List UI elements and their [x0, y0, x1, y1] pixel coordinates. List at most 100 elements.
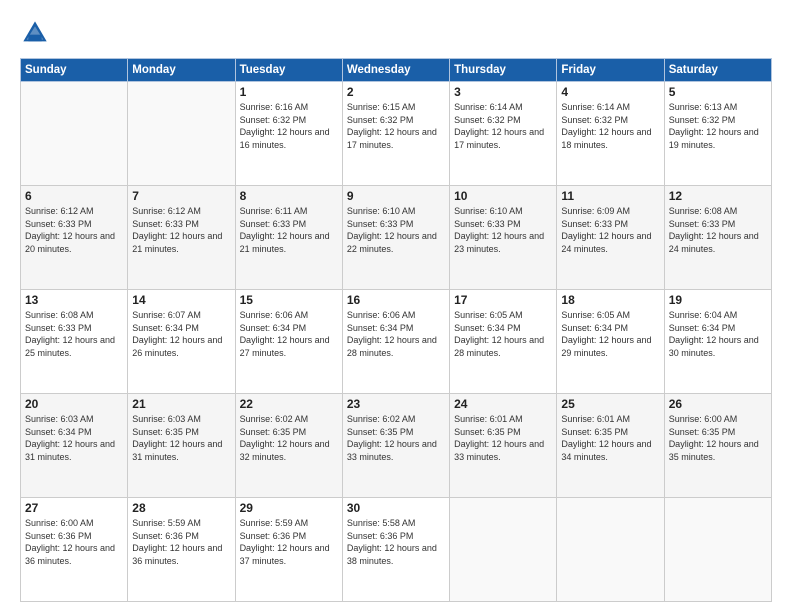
day-number: 15	[240, 293, 338, 307]
day-info: Sunrise: 6:08 AM Sunset: 6:33 PM Dayligh…	[669, 205, 767, 255]
calendar-day-cell: 29 Sunrise: 5:59 AM Sunset: 6:36 PM Dayli…	[235, 498, 342, 602]
calendar-header-row: SundayMondayTuesdayWednesdayThursdayFrid…	[21, 59, 772, 82]
calendar-day-cell: 21 Sunrise: 6:03 AM Sunset: 6:35 PM Dayli…	[128, 394, 235, 498]
calendar-header-sunday: Sunday	[21, 59, 128, 82]
calendar-table: SundayMondayTuesdayWednesdayThursdayFrid…	[20, 58, 772, 602]
day-info: Sunrise: 6:06 AM Sunset: 6:34 PM Dayligh…	[240, 309, 338, 359]
logo-icon	[20, 18, 50, 48]
calendar-day-cell	[128, 82, 235, 186]
day-info: Sunrise: 6:04 AM Sunset: 6:34 PM Dayligh…	[669, 309, 767, 359]
day-number: 25	[561, 397, 659, 411]
day-number: 18	[561, 293, 659, 307]
day-info: Sunrise: 6:03 AM Sunset: 6:35 PM Dayligh…	[132, 413, 230, 463]
day-info: Sunrise: 6:00 AM Sunset: 6:36 PM Dayligh…	[25, 517, 123, 567]
day-info: Sunrise: 6:12 AM Sunset: 6:33 PM Dayligh…	[132, 205, 230, 255]
calendar-day-cell: 5 Sunrise: 6:13 AM Sunset: 6:32 PM Daylig…	[664, 82, 771, 186]
calendar-week-row: 20 Sunrise: 6:03 AM Sunset: 6:34 PM Dayli…	[21, 394, 772, 498]
day-info: Sunrise: 6:05 AM Sunset: 6:34 PM Dayligh…	[454, 309, 552, 359]
calendar-week-row: 1 Sunrise: 6:16 AM Sunset: 6:32 PM Daylig…	[21, 82, 772, 186]
day-info: Sunrise: 6:06 AM Sunset: 6:34 PM Dayligh…	[347, 309, 445, 359]
day-info: Sunrise: 6:14 AM Sunset: 6:32 PM Dayligh…	[561, 101, 659, 151]
day-number: 12	[669, 189, 767, 203]
day-info: Sunrise: 6:13 AM Sunset: 6:32 PM Dayligh…	[669, 101, 767, 151]
day-number: 16	[347, 293, 445, 307]
calendar-day-cell: 11Sunrise: 6:09 AM Sunset: 6:33 PM Dayli…	[557, 186, 664, 290]
calendar-day-cell: 20 Sunrise: 6:03 AM Sunset: 6:34 PM Dayli…	[21, 394, 128, 498]
header	[20, 18, 772, 48]
day-number: 6	[25, 189, 123, 203]
calendar-day-cell: 25 Sunrise: 6:01 AM Sunset: 6:35 PM Dayli…	[557, 394, 664, 498]
calendar-day-cell: 1 Sunrise: 6:16 AM Sunset: 6:32 PM Daylig…	[235, 82, 342, 186]
day-info: Sunrise: 6:03 AM Sunset: 6:34 PM Dayligh…	[25, 413, 123, 463]
calendar-day-cell: 12 Sunrise: 6:08 AM Sunset: 6:33 PM Dayli…	[664, 186, 771, 290]
calendar-day-cell	[21, 82, 128, 186]
day-info: Sunrise: 6:10 AM Sunset: 6:33 PM Dayligh…	[454, 205, 552, 255]
calendar-day-cell: 6Sunrise: 6:12 AM Sunset: 6:33 PM Daylig…	[21, 186, 128, 290]
day-number: 3	[454, 85, 552, 99]
calendar-week-row: 6 Sunrise: 6:12 AM Sunset: 6:33 PM Daylig…	[21, 186, 772, 290]
day-info: Sunrise: 6:10 AM Sunset: 6:33 PM Dayligh…	[347, 205, 445, 255]
calendar-header-saturday: Saturday	[664, 59, 771, 82]
day-number: 24	[454, 397, 552, 411]
calendar-day-cell	[557, 498, 664, 602]
calendar-header-tuesday: Tuesday	[235, 59, 342, 82]
day-info: Sunrise: 6:11 AM Sunset: 6:33 PM Dayligh…	[240, 205, 338, 255]
day-number: 7	[132, 189, 230, 203]
day-number: 20	[25, 397, 123, 411]
calendar-day-cell: 19Sunrise: 6:04 AM Sunset: 6:34 PM Dayli…	[664, 290, 771, 394]
calendar-day-cell: 18 Sunrise: 6:05 AM Sunset: 6:34 PM Dayli…	[557, 290, 664, 394]
calendar-day-cell: 23 Sunrise: 6:02 AM Sunset: 6:35 PM Dayli…	[342, 394, 449, 498]
day-number: 13	[25, 293, 123, 307]
day-info: Sunrise: 6:01 AM Sunset: 6:35 PM Dayligh…	[561, 413, 659, 463]
calendar-day-cell: 28 Sunrise: 5:59 AM Sunset: 6:36 PM Dayli…	[128, 498, 235, 602]
page: SundayMondayTuesdayWednesdayThursdayFrid…	[0, 0, 792, 612]
day-number: 23	[347, 397, 445, 411]
calendar-day-cell: 17 Sunrise: 6:05 AM Sunset: 6:34 PM Dayli…	[450, 290, 557, 394]
day-info: Sunrise: 6:01 AM Sunset: 6:35 PM Dayligh…	[454, 413, 552, 463]
calendar-day-cell: 24 Sunrise: 6:01 AM Sunset: 6:35 PM Dayli…	[450, 394, 557, 498]
calendar-week-row: 13 Sunrise: 6:08 AM Sunset: 6:33 PM Dayli…	[21, 290, 772, 394]
calendar-day-cell: 10Sunrise: 6:10 AM Sunset: 6:33 PM Dayli…	[450, 186, 557, 290]
day-info: Sunrise: 6:14 AM Sunset: 6:32 PM Dayligh…	[454, 101, 552, 151]
calendar-day-cell: 7 Sunrise: 6:12 AM Sunset: 6:33 PM Daylig…	[128, 186, 235, 290]
day-number: 21	[132, 397, 230, 411]
day-info: Sunrise: 5:59 AM Sunset: 6:36 PM Dayligh…	[132, 517, 230, 567]
calendar-day-cell: 9 Sunrise: 6:10 AM Sunset: 6:33 PM Daylig…	[342, 186, 449, 290]
calendar-day-cell: 30Sunrise: 5:58 AM Sunset: 6:36 PM Dayli…	[342, 498, 449, 602]
calendar-header-wednesday: Wednesday	[342, 59, 449, 82]
day-info: Sunrise: 6:15 AM Sunset: 6:32 PM Dayligh…	[347, 101, 445, 151]
day-info: Sunrise: 5:58 AM Sunset: 6:36 PM Dayligh…	[347, 517, 445, 567]
day-number: 8	[240, 189, 338, 203]
calendar-day-cell: 15 Sunrise: 6:06 AM Sunset: 6:34 PM Dayli…	[235, 290, 342, 394]
day-info: Sunrise: 5:59 AM Sunset: 6:36 PM Dayligh…	[240, 517, 338, 567]
day-info: Sunrise: 6:05 AM Sunset: 6:34 PM Dayligh…	[561, 309, 659, 359]
calendar-header-friday: Friday	[557, 59, 664, 82]
day-info: Sunrise: 6:07 AM Sunset: 6:34 PM Dayligh…	[132, 309, 230, 359]
day-number: 27	[25, 501, 123, 515]
calendar-week-row: 27 Sunrise: 6:00 AM Sunset: 6:36 PM Dayli…	[21, 498, 772, 602]
calendar-header-monday: Monday	[128, 59, 235, 82]
day-info: Sunrise: 6:02 AM Sunset: 6:35 PM Dayligh…	[347, 413, 445, 463]
day-number: 4	[561, 85, 659, 99]
day-info: Sunrise: 6:08 AM Sunset: 6:33 PM Dayligh…	[25, 309, 123, 359]
day-number: 2	[347, 85, 445, 99]
day-info: Sunrise: 6:16 AM Sunset: 6:32 PM Dayligh…	[240, 101, 338, 151]
calendar-day-cell: 2 Sunrise: 6:15 AM Sunset: 6:32 PM Daylig…	[342, 82, 449, 186]
day-number: 17	[454, 293, 552, 307]
day-number: 22	[240, 397, 338, 411]
calendar-day-cell: 8 Sunrise: 6:11 AM Sunset: 6:33 PM Daylig…	[235, 186, 342, 290]
calendar-day-cell: 26Sunrise: 6:00 AM Sunset: 6:35 PM Dayli…	[664, 394, 771, 498]
day-number: 29	[240, 501, 338, 515]
day-number: 28	[132, 501, 230, 515]
day-number: 9	[347, 189, 445, 203]
calendar-day-cell: 3 Sunrise: 6:14 AM Sunset: 6:32 PM Daylig…	[450, 82, 557, 186]
calendar-header-thursday: Thursday	[450, 59, 557, 82]
day-number: 5	[669, 85, 767, 99]
day-info: Sunrise: 6:00 AM Sunset: 6:35 PM Dayligh…	[669, 413, 767, 463]
calendar-day-cell	[664, 498, 771, 602]
day-info: Sunrise: 6:09 AM Sunset: 6:33 PM Dayligh…	[561, 205, 659, 255]
calendar-day-cell: 22Sunrise: 6:02 AM Sunset: 6:35 PM Dayli…	[235, 394, 342, 498]
calendar-day-cell: 13 Sunrise: 6:08 AM Sunset: 6:33 PM Dayli…	[21, 290, 128, 394]
calendar-day-cell: 27 Sunrise: 6:00 AM Sunset: 6:36 PM Dayli…	[21, 498, 128, 602]
day-number: 1	[240, 85, 338, 99]
